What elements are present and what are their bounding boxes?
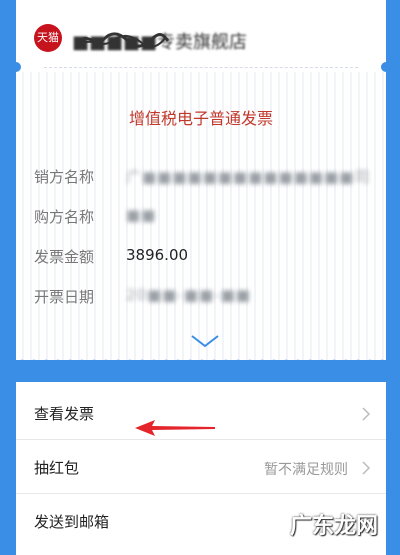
chevron-right-icon [362, 407, 370, 421]
red-packet-row[interactable]: 抽红包 暂不满足规则 [16, 440, 386, 494]
store-logo: 天猫 [34, 24, 62, 52]
send-to-email-label: 发送到邮箱 [34, 513, 110, 531]
ticket-notch-left [11, 62, 21, 72]
invoice-ticket: 天猫 ■■■■■专卖旗舰店 增值税电子普通发票 销方名称 广■■■■■■■■■■… [11, 0, 391, 365]
chevron-right-icon [362, 461, 370, 475]
issue-date-value: 20■■-■■-■■ [126, 286, 251, 304]
redaction-scribble [78, 32, 170, 48]
view-invoice-label: 查看发票 [34, 405, 95, 423]
seller-name-label: 销方名称 [34, 168, 95, 186]
ticket-notch-right [381, 62, 391, 72]
issue-date-label: 开票日期 [34, 288, 95, 306]
red-packet-status: 暂不满足规则 [264, 462, 348, 478]
red-packet-label: 抽红包 [34, 459, 80, 477]
invoice-amount-value: 3896.00 [126, 246, 189, 264]
invoice-amount-label: 发票金额 [34, 248, 95, 266]
seller-name-value: 广■■■■■■■■■■■■■■司 [126, 168, 371, 186]
perforation-line [44, 67, 358, 68]
annotation-arrow-icon [135, 420, 215, 436]
buyer-name-value: ■■ [126, 206, 157, 224]
invoice-title: 增值税电子普通发票 [128, 109, 273, 128]
ticket-scallop-edge [16, 355, 386, 365]
site-watermark: 广东龙网 [289, 514, 378, 539]
buyer-name-label: 购方名称 [34, 208, 95, 226]
expand-chevron-icon[interactable] [189, 333, 221, 349]
